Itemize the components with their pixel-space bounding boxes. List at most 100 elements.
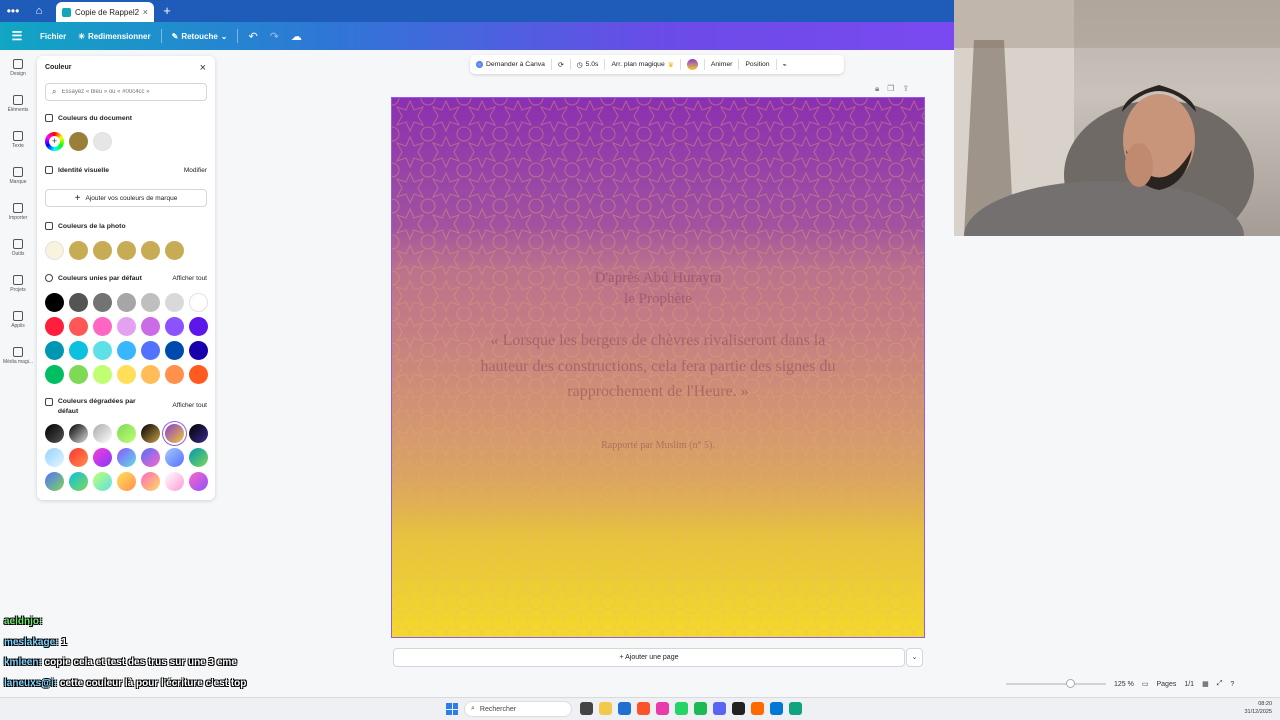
- gradient-color-swatch[interactable]: [117, 424, 136, 443]
- windows-start-icon[interactable]: [446, 703, 458, 715]
- solid-color-swatch[interactable]: [45, 317, 64, 336]
- whatsapp-icon[interactable]: [675, 702, 688, 715]
- solid-show-all-link[interactable]: Afficher tout: [172, 275, 207, 282]
- rail-item-upload[interactable]: Importer: [0, 194, 36, 230]
- color-search-input[interactable]: [61, 89, 192, 95]
- gradient-color-swatch[interactable]: [45, 448, 64, 467]
- ask-canva-button[interactable]: Demander à Canva: [470, 55, 551, 74]
- solid-color-swatch[interactable]: [69, 341, 88, 360]
- gradient-color-swatch[interactable]: [69, 424, 88, 443]
- solid-color-swatch[interactable]: [117, 317, 136, 336]
- add-brand-colors-button[interactable]: + Ajouter vos couleurs de marque: [45, 189, 207, 207]
- solid-color-swatch[interactable]: [69, 365, 88, 384]
- zoom-slider[interactable]: [1006, 679, 1106, 688]
- rail-item-apps[interactable]: Applis: [0, 302, 36, 338]
- gradient-color-swatch[interactable]: [45, 424, 64, 443]
- photo-color-swatch[interactable]: [69, 241, 88, 260]
- app-icon[interactable]: [751, 702, 764, 715]
- visual-identity-edit-link[interactable]: Modifier: [184, 167, 207, 174]
- gradient-color-swatch[interactable]: [69, 472, 88, 491]
- gradient-color-swatch[interactable]: [165, 472, 184, 491]
- duplicate-icon[interactable]: ❐: [887, 84, 894, 94]
- tab-close-icon[interactable]: ×: [143, 7, 148, 17]
- solid-color-swatch[interactable]: [189, 293, 208, 312]
- gradient-color-swatch[interactable]: [165, 424, 184, 443]
- discord-icon[interactable]: [713, 702, 726, 715]
- design-quote-line1[interactable]: « Lorsque les bergers de chèvres rivalis…: [392, 332, 924, 350]
- solid-color-swatch[interactable]: [45, 341, 64, 360]
- solid-color-swatch[interactable]: [141, 317, 160, 336]
- spotify-icon[interactable]: [694, 702, 707, 715]
- add-page-button[interactable]: + Ajouter une page: [393, 648, 905, 667]
- solid-color-swatch[interactable]: [141, 293, 160, 312]
- home-icon[interactable]: ⌂: [26, 0, 52, 22]
- photo-color-swatch[interactable]: [117, 241, 136, 260]
- gradient-color-swatch[interactable]: [141, 448, 160, 467]
- design-source[interactable]: Rapporté par Muslim (n° 5).: [392, 440, 924, 451]
- solid-color-swatch[interactable]: [141, 365, 160, 384]
- rail-item-projects[interactable]: Projets: [0, 266, 36, 302]
- solid-color-swatch[interactable]: [93, 341, 112, 360]
- resize-button[interactable]: ✳ Redimensionner: [72, 32, 156, 41]
- gradient-show-all-link[interactable]: Afficher tout: [172, 402, 207, 409]
- rail-item-design[interactable]: Design: [0, 50, 36, 86]
- solid-color-swatch[interactable]: [69, 293, 88, 312]
- edit-mode-button[interactable]: ✎ Retouche ⌄: [166, 32, 234, 41]
- solid-color-swatch[interactable]: [117, 293, 136, 312]
- new-tab-button[interactable]: +: [154, 0, 180, 22]
- gradient-color-swatch[interactable]: [45, 472, 64, 491]
- solid-color-swatch[interactable]: [117, 341, 136, 360]
- solid-color-swatch[interactable]: [93, 293, 112, 312]
- gradient-color-swatch[interactable]: [165, 448, 184, 467]
- edge-icon[interactable]: [770, 702, 783, 715]
- duration-button[interactable]: ◷ 5.0s: [571, 55, 605, 74]
- solid-color-swatch[interactable]: [165, 293, 184, 312]
- redo-icon[interactable]: ↷: [264, 30, 285, 43]
- refresh-icon[interactable]: ⟳: [552, 55, 570, 74]
- solid-color-swatch[interactable]: [45, 365, 64, 384]
- document-color-swatch[interactable]: [69, 132, 88, 151]
- undo-icon[interactable]: ↶: [242, 30, 263, 43]
- rail-item-elements[interactable]: Éléments: [0, 86, 36, 122]
- zoom-level[interactable]: 125 %: [1114, 681, 1134, 688]
- rail-item-text[interactable]: Texte: [0, 122, 36, 158]
- solid-color-swatch[interactable]: [189, 365, 208, 384]
- gradient-color-swatch[interactable]: [189, 472, 208, 491]
- design-page[interactable]: D'après Abû Hurayra le Prophète « Lorsqu…: [391, 97, 925, 638]
- share-icon[interactable]: ⇪: [902, 84, 909, 94]
- lock-icon[interactable]: 🔒︎: [875, 84, 879, 94]
- gradient-color-swatch[interactable]: [69, 448, 88, 467]
- help-icon[interactable]: ?: [1230, 681, 1234, 688]
- animate-button[interactable]: Animer: [705, 55, 739, 74]
- design-text-line2[interactable]: le Prophète: [392, 291, 924, 308]
- browser-menu-icon[interactable]: •••: [0, 0, 26, 22]
- solid-color-swatch[interactable]: [93, 365, 112, 384]
- format-painter-icon[interactable]: ⌁: [777, 55, 793, 74]
- solid-color-swatch[interactable]: [93, 317, 112, 336]
- solid-color-swatch[interactable]: [165, 317, 184, 336]
- gradient-color-swatch[interactable]: [93, 472, 112, 491]
- position-button[interactable]: Position: [739, 55, 775, 74]
- pages-label[interactable]: Pages: [1156, 681, 1176, 688]
- cloud-check-icon[interactable]: ☁: [285, 30, 308, 43]
- obs-icon[interactable]: [732, 702, 745, 715]
- grid-view-icon[interactable]: ▦: [1202, 680, 1209, 688]
- solid-color-swatch[interactable]: [165, 341, 184, 360]
- color-search[interactable]: ⌕: [45, 83, 207, 101]
- photo-color-swatch[interactable]: [165, 241, 184, 260]
- pages-icon[interactable]: ▭: [1142, 680, 1149, 688]
- solid-color-swatch[interactable]: [117, 365, 136, 384]
- file-explorer-icon[interactable]: [599, 702, 612, 715]
- solid-color-swatch[interactable]: [165, 365, 184, 384]
- solid-color-swatch[interactable]: [45, 293, 64, 312]
- browser-tab[interactable]: Copie de Rappel2 -... ×: [56, 2, 154, 22]
- zoom-slider-knob[interactable]: [1066, 679, 1075, 688]
- task-view-icon[interactable]: [580, 702, 593, 715]
- gradient-color-swatch[interactable]: [93, 448, 112, 467]
- system-tray[interactable]: 08:20 31/12/2025: [1244, 700, 1272, 716]
- solid-color-swatch[interactable]: [189, 317, 208, 336]
- solid-color-swatch[interactable]: [69, 317, 88, 336]
- gradient-color-swatch[interactable]: [117, 448, 136, 467]
- solid-color-swatch[interactable]: [189, 341, 208, 360]
- gradient-color-swatch[interactable]: [189, 448, 208, 467]
